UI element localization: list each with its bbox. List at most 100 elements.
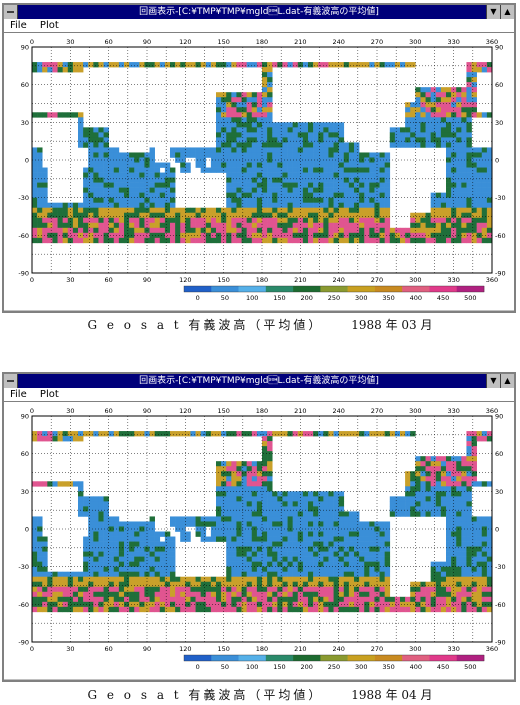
wave-cell — [343, 217, 350, 224]
wave-cell — [471, 112, 477, 118]
wave-cell — [364, 162, 370, 168]
wave-cell — [139, 571, 145, 578]
menu-file[interactable]: File — [10, 389, 27, 400]
wave-cell — [277, 501, 283, 507]
wave-cell — [154, 187, 161, 193]
wave-cell — [267, 516, 273, 522]
wave-cell — [343, 556, 350, 562]
wave-cell — [272, 177, 278, 183]
colorbar-label: 500 — [464, 663, 476, 671]
menu-plot[interactable]: Plot — [40, 389, 59, 400]
wave-cell — [359, 591, 365, 598]
wave-cell — [231, 157, 237, 163]
title-bar[interactable]: 回画表示-[C:¥TMP¥TMP¥mgldL.dat-有義波高の平均値] ▼ … — [4, 374, 514, 388]
wave-cell — [262, 97, 268, 103]
menu-file[interactable]: File — [10, 20, 27, 31]
wave-cell — [313, 561, 319, 567]
wave-cell — [103, 541, 109, 547]
wave-cell — [354, 541, 360, 547]
wave-cell — [205, 581, 212, 588]
wave-cell — [466, 212, 472, 219]
wave-cell — [190, 516, 196, 522]
wave-cell — [394, 496, 401, 502]
wave-cell — [241, 476, 247, 482]
wave-cell — [425, 142, 431, 148]
wave-cell — [323, 147, 329, 153]
wave-cell — [262, 222, 268, 229]
title-bar[interactable]: 回画表示-[C:¥TMP¥TMP¥mgldL.dat-有義波高の平均値] ▼ … — [4, 5, 514, 19]
wave-cell — [88, 521, 94, 527]
wave-cell — [333, 62, 339, 68]
wave-cell — [226, 481, 232, 487]
system-menu-button[interactable] — [4, 5, 18, 19]
wave-cell — [420, 87, 426, 93]
wave-cell — [149, 212, 155, 219]
wave-cell — [384, 551, 391, 557]
wave-cell — [32, 536, 38, 542]
wave-cell — [302, 571, 309, 578]
wave-cell — [256, 481, 263, 487]
wave-cell — [318, 137, 324, 143]
minimize-button[interactable]: ▼ — [486, 5, 500, 19]
system-menu-button[interactable] — [4, 374, 18, 388]
wave-cell — [246, 237, 253, 244]
x-tick-label-bottom: 240 — [332, 276, 344, 284]
wave-cell — [272, 526, 278, 532]
x-tick-label-bottom: 330 — [447, 645, 459, 653]
wave-cell — [481, 192, 488, 198]
wave-cell — [236, 596, 242, 603]
wave-cell — [440, 486, 447, 492]
wave-cell — [456, 107, 462, 113]
x-tick-label-top: 240 — [332, 407, 344, 415]
wave-cell — [139, 177, 145, 183]
wave-cell — [323, 491, 329, 497]
wave-cell — [129, 62, 135, 68]
wave-cell — [256, 561, 263, 567]
wave-cell — [302, 491, 309, 497]
wave-cell — [118, 207, 125, 214]
wave-cell — [83, 137, 89, 143]
wave-cell — [139, 202, 145, 209]
wave-cell — [57, 481, 63, 487]
wave-cell — [333, 431, 339, 437]
wave-cell — [78, 486, 84, 492]
wave-cell — [88, 516, 94, 522]
wave-cell — [435, 122, 442, 128]
wave-cell — [195, 147, 201, 153]
wave-cell — [93, 431, 99, 437]
wave-cell — [134, 546, 140, 552]
wave-cell — [338, 431, 345, 437]
wave-cell — [93, 192, 99, 198]
wave-cell — [113, 561, 120, 567]
wave-cell — [78, 207, 84, 214]
wave-cell — [236, 581, 242, 588]
minimize-button[interactable]: ▼ — [486, 374, 500, 388]
wave-cell — [471, 596, 477, 603]
wave-cell — [486, 581, 493, 588]
y-tick-label: -60 — [18, 601, 29, 609]
wave-cell — [113, 596, 120, 603]
wave-cell — [78, 142, 84, 148]
wave-cell — [430, 461, 437, 467]
wave-cell — [175, 147, 181, 153]
wave-cell — [256, 596, 263, 603]
wave-cell — [318, 162, 324, 168]
wave-cell — [113, 576, 120, 583]
wave-cell — [195, 207, 201, 214]
wave-cell — [379, 556, 385, 562]
wave-cell — [267, 476, 273, 482]
wave-cell — [124, 566, 130, 572]
maximize-button[interactable]: ▲ — [500, 374, 514, 388]
wave-cell — [420, 491, 426, 497]
wave-cell — [88, 177, 94, 183]
menu-plot[interactable]: Plot — [40, 20, 59, 31]
wave-cell — [440, 207, 447, 214]
wave-cell — [277, 222, 283, 229]
wave-cell — [241, 192, 247, 198]
wave-cell — [282, 556, 288, 562]
wave-cell — [384, 207, 391, 214]
wave-cell — [277, 566, 283, 572]
maximize-button[interactable]: ▲ — [500, 5, 514, 19]
wave-cell — [287, 202, 293, 209]
wave-cell — [405, 117, 411, 123]
